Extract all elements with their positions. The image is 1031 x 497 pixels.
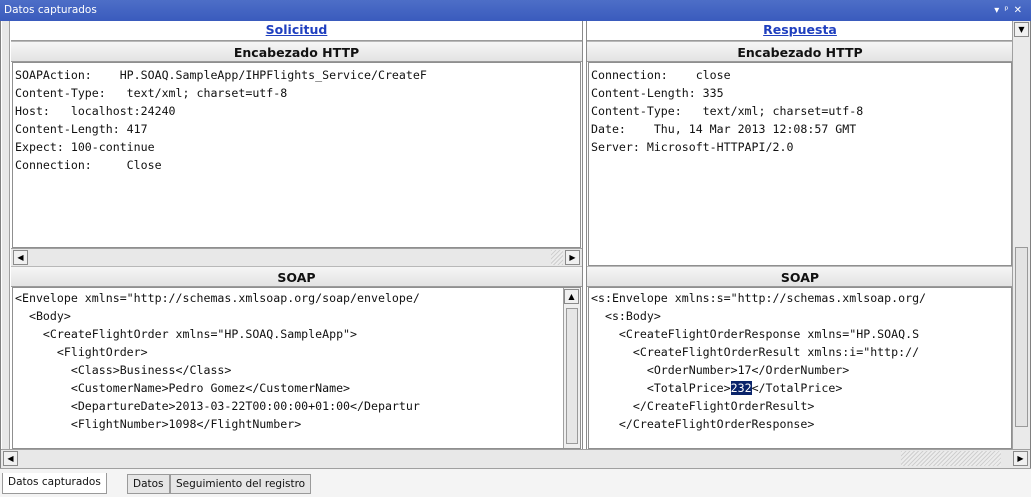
main-scroll-left-icon[interactable]: ◀ — [3, 451, 18, 466]
xml-line: <OrderNumber>17</OrderNumber> — [591, 363, 850, 377]
xml-line: </CreateFlightOrderResponse> — [591, 417, 815, 431]
response-soap-body[interactable]: <s:Envelope xmlns:s="http://schemas.xmls… — [588, 287, 1012, 449]
main-scroll-right-icon[interactable]: ▶ — [1013, 451, 1028, 466]
header-line: Content-Length: 335 — [591, 86, 724, 100]
bottom-tab-bar: Datos capturados Datos Seguimiento del r… — [0, 468, 1031, 497]
xml-line: <CreateFlightOrderResponse xmlns="HP.SOA… — [591, 327, 920, 341]
request-http-headers[interactable]: SOAPAction: HP.SOAQ.SampleApp/IHPFlights… — [12, 62, 581, 248]
main-scroll-thumb[interactable] — [1015, 247, 1028, 427]
main-vscrollbar[interactable]: ▲ ▼ — [1012, 21, 1030, 449]
tab-captured-data[interactable]: Datos capturados — [2, 473, 107, 494]
main-scroll-track — [901, 451, 1001, 466]
xml-line: <CustomerName>Pedro Gomez</CustomerName> — [15, 381, 351, 395]
response-http-headers[interactable]: Connection: close Content-Length: 335 Cont… — [588, 62, 1012, 266]
row-gutter — [2, 21, 10, 449]
header-line: Content-Type: text/xml; charset=utf-8 — [15, 86, 288, 100]
xml-line: <Envelope xmlns="http://schemas.xmlsoap.… — [15, 291, 420, 305]
scroll-thumb[interactable] — [566, 308, 578, 444]
line-suffix: </TotalPrice> — [751, 381, 843, 395]
request-http-title: Encabezado HTTP — [11, 41, 582, 62]
tab-log-trace[interactable]: Seguimiento del registro — [170, 474, 312, 494]
header-line: Content-Length: 417 — [15, 122, 148, 136]
response-http-title: Encabezado HTTP — [587, 41, 1013, 62]
captured-data-panel: Solicitud Encabezado HTTP SOAPAction: HP… — [0, 21, 1031, 468]
request-soap-text: <Envelope xmlns="http://schemas.xmlsoap.… — [15, 289, 578, 433]
header-line: Connection: Close — [15, 158, 162, 172]
xml-line: <CreateFlightOrder xmlns="HP.SOAQ.Sample… — [15, 327, 358, 341]
xml-line: <s:Body> — [591, 309, 661, 323]
scroll-right-icon[interactable]: ▶ — [565, 250, 580, 265]
request-header-link[interactable]: Solicitud — [11, 21, 582, 41]
request-soap-body[interactable]: <Envelope xmlns="http://schemas.xmlsoap.… — [12, 287, 581, 449]
xml-line: <TotalPrice>232</TotalPrice> — [591, 381, 843, 395]
scroll-track — [551, 250, 563, 265]
xml-line: <DepartureDate>2013-03-22T00:00:00+01:00… — [15, 399, 420, 413]
close-icon[interactable]: ✕ — [1014, 5, 1027, 16]
scroll-up-icon[interactable]: ▲ — [564, 289, 579, 304]
request-soap-title: SOAP — [11, 266, 582, 287]
response-soap-title: SOAP — [587, 266, 1013, 287]
xml-line: <CreateFlightOrderResult xmlns:i="http:/… — [591, 345, 920, 359]
header-line: SOAPAction: HP.SOAQ.SampleApp/IHPFlights… — [15, 68, 427, 82]
xml-line: </CreateFlightOrderResult> — [591, 399, 815, 413]
window-title: Datos capturados — [4, 4, 97, 16]
header-line: Server: Microsoft-HTTPAPI/2.0 — [591, 140, 794, 154]
window-controls[interactable]: ▾ᵖ✕ — [994, 0, 1027, 21]
xml-line: <s:Envelope xmlns:s="http://schemas.xmls… — [591, 291, 927, 305]
dropdown-icon[interactable]: ▾ — [994, 5, 1004, 16]
response-column: Respuesta Encabezado HTTP Connection: cl… — [587, 21, 1013, 449]
header-line: Date: Thu, 14 Mar 2013 12:08:57 GMT — [591, 122, 857, 136]
selected-value[interactable]: 232 — [730, 381, 752, 395]
request-soap-vscrollbar[interactable]: ▲ — [563, 288, 580, 448]
xml-line: <Body> — [15, 309, 71, 323]
main-scroll-down-icon[interactable]: ▼ — [1014, 22, 1029, 37]
header-line: Expect: 100-continue — [15, 140, 155, 154]
pin-icon[interactable]: ᵖ — [1004, 5, 1013, 16]
request-http-text: SOAPAction: HP.SOAQ.SampleApp/IHPFlights… — [15, 66, 578, 174]
xml-line: <FlightOrder> — [15, 345, 148, 359]
request-column: Solicitud Encabezado HTTP SOAPAction: HP… — [11, 21, 582, 449]
tab-data[interactable]: Datos — [127, 474, 170, 494]
response-soap-text: <s:Envelope xmlns:s="http://schemas.xmls… — [591, 289, 1009, 433]
header-line: Host: localhost:24240 — [15, 104, 176, 118]
main-hscrollbar[interactable]: ◀ ▶ — [1, 449, 1030, 468]
response-http-text: Connection: close Content-Length: 335 Cont… — [591, 66, 1009, 156]
header-line: Content-Type: text/xml; charset=utf-8 — [591, 104, 864, 118]
scroll-left-icon[interactable]: ◀ — [13, 250, 28, 265]
response-header-link[interactable]: Respuesta — [587, 21, 1013, 41]
window-titlebar: Datos capturados ▾ᵖ✕ — [0, 0, 1031, 21]
header-line: Connection: close — [591, 68, 731, 82]
xml-line: <Class>Business</Class> — [15, 363, 232, 377]
xml-line: <FlightNumber>1098</FlightNumber> — [15, 417, 302, 431]
request-http-hscrollbar[interactable]: ◀ ▶ — [11, 248, 582, 266]
